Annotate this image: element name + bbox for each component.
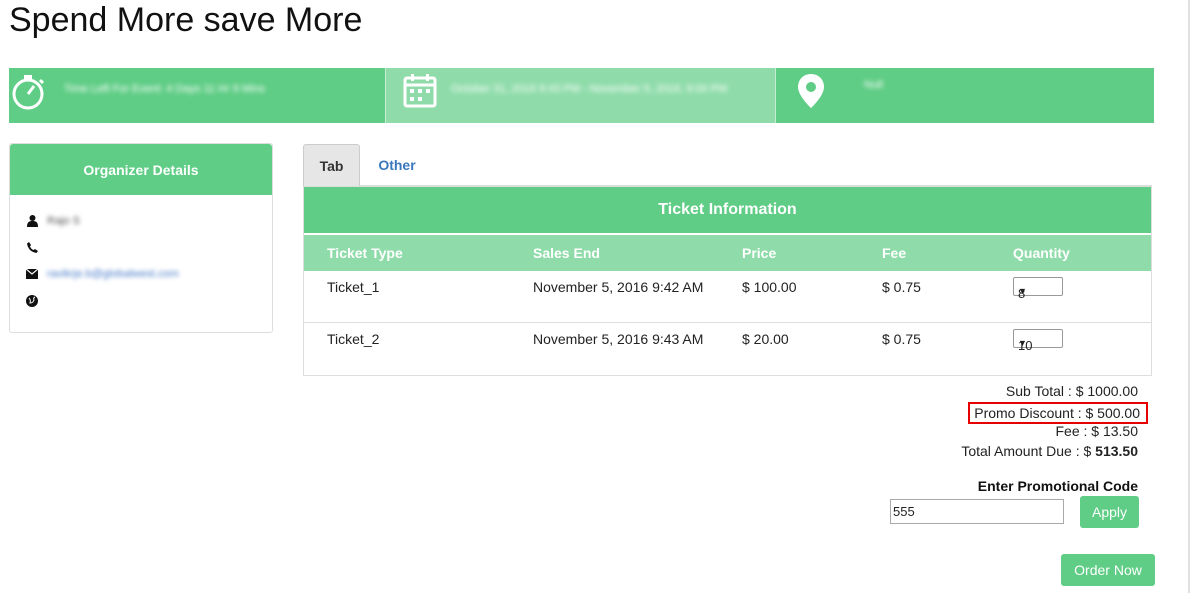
date-range-text: October 31, 2016 9:43 PM - November 5, 2… xyxy=(451,83,728,95)
quantity-select[interactable]: 10 ▼ xyxy=(1013,329,1063,353)
location-segment: Null xyxy=(776,68,1154,123)
ticket-type: Ticket_2 xyxy=(327,331,380,347)
total-amount-due: Total Amount Due : $ 513.50 xyxy=(961,443,1138,459)
ticket-fee: $ 0.75 xyxy=(882,279,921,295)
organizer-email[interactable]: ravikrje.b@globalwest.com xyxy=(47,268,179,280)
organizer-header: Organizer Details xyxy=(10,144,272,195)
order-now-button[interactable]: Order Now xyxy=(1061,554,1155,586)
ticket-information-panel: Ticket Information Ticket Type Sales End… xyxy=(303,186,1152,376)
tab-tab[interactable]: Tab xyxy=(303,144,360,186)
table-row: Ticket_1 November 5, 2016 9:42 AM $ 100.… xyxy=(304,271,1151,323)
column-ticket-type: Ticket Type xyxy=(327,245,403,261)
page-title: Spend More save More xyxy=(9,1,363,39)
time-left-segment: Time Left For Event: 4 Days 11 Hr 9 Mins xyxy=(9,68,385,123)
date-range-segment: October 31, 2016 9:43 PM - November 5, 2… xyxy=(385,68,776,123)
ticket-tabs: Tab Other xyxy=(303,144,1152,186)
ticket-information-header: Ticket Information xyxy=(304,187,1151,235)
quantity-select[interactable]: 8 ▼ xyxy=(1013,277,1063,301)
chevron-down-icon: ▼ xyxy=(1018,286,1027,296)
map-pin-icon xyxy=(796,72,826,115)
stopwatch-icon xyxy=(11,72,47,117)
organizer-name: Rajo S xyxy=(47,215,81,227)
promo-code-label: Enter Promotional Code xyxy=(977,478,1138,494)
organizer-name-row: Rajo S xyxy=(25,214,80,228)
table-row: Ticket_2 November 5, 2016 9:43 AM $ 20.0… xyxy=(304,323,1151,375)
ticket-price: $ 20.00 xyxy=(742,331,789,347)
event-info-bar: Time Left For Event: 4 Days 11 Hr 9 Mins… xyxy=(9,68,1154,123)
ticket-price: $ 100.00 xyxy=(742,279,797,295)
time-left-text: Time Left For Event: 4 Days 11 Hr 9 Mins xyxy=(64,83,266,95)
calendar-icon xyxy=(402,72,438,115)
column-sales-end: Sales End xyxy=(533,245,600,261)
phone-icon xyxy=(25,240,39,254)
organizer-phone-row xyxy=(25,240,47,254)
total-amount-label: Total Amount Due : $ xyxy=(961,443,1096,459)
organizer-panel: Organizer Details Rajo S ravikrje.b@glob… xyxy=(9,143,273,333)
apply-button[interactable]: Apply xyxy=(1080,496,1139,528)
total-amount-value: 513.50 xyxy=(1095,443,1138,459)
location-text: Null xyxy=(864,79,883,91)
tab-other[interactable]: Other xyxy=(366,144,428,186)
column-fee: Fee xyxy=(882,245,907,261)
sub-total: Sub Total : $ 1000.00 xyxy=(1005,383,1138,399)
envelope-icon xyxy=(25,267,39,281)
ticket-fee: $ 0.75 xyxy=(882,331,921,347)
ticket-table-header: Ticket Type Sales End Price Fee Quantity xyxy=(304,235,1151,271)
column-quantity: Quantity xyxy=(1013,245,1070,261)
promo-discount: Promo Discount : $ 500.00 xyxy=(968,402,1148,424)
globe-icon xyxy=(25,294,39,308)
organizer-email-row: ravikrje.b@globalwest.com xyxy=(25,267,179,281)
user-icon xyxy=(25,214,39,228)
ticket-sales-end: November 5, 2016 9:42 AM xyxy=(533,279,704,295)
fee-total: Fee : $ 13.50 xyxy=(1055,423,1138,439)
ticket-type: Ticket_1 xyxy=(327,279,380,295)
column-price: Price xyxy=(742,245,777,261)
chevron-down-icon: ▼ xyxy=(1018,338,1027,348)
organizer-website-row xyxy=(25,294,47,308)
ticket-sales-end: November 5, 2016 9:43 AM xyxy=(533,331,704,347)
promo-code-input[interactable]: 555 xyxy=(890,499,1064,524)
